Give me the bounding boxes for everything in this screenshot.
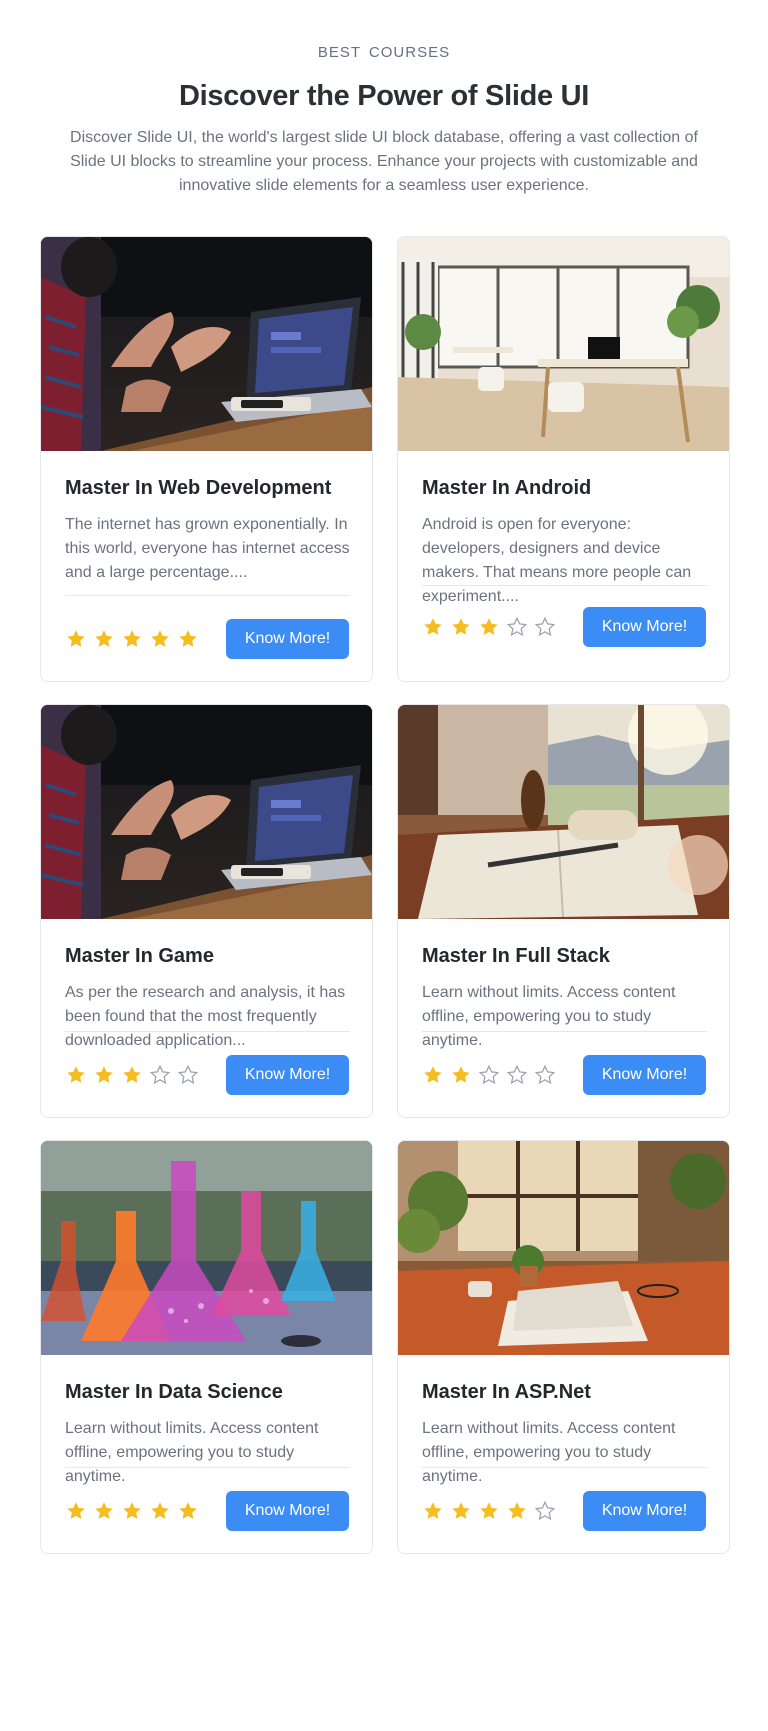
rating-stars <box>422 1064 556 1086</box>
course-card: Master In Data Science Learn without limi… <box>40 1140 373 1554</box>
star-filled-icon <box>422 1500 444 1522</box>
card-divider <box>422 1467 707 1468</box>
star-filled-icon <box>478 1500 500 1522</box>
know-more-button[interactable]: Know More! <box>226 1055 349 1095</box>
star-empty-icon <box>177 1064 199 1086</box>
course-title: Master In ASP.Net <box>422 1381 591 1403</box>
know-more-button[interactable]: Know More! <box>226 1491 349 1531</box>
star-filled-icon <box>422 1064 444 1086</box>
rating-stars <box>65 1500 199 1522</box>
star-empty-icon <box>534 1064 556 1086</box>
section-eyebrow: BEST COURSES <box>317 44 451 61</box>
course-image <box>398 705 729 919</box>
page-subtitle: Discover Slide UI, the world's largest s… <box>70 129 698 194</box>
course-title: Master In Full Stack <box>422 945 610 967</box>
course-description: Learn without limits. Access content off… <box>65 1420 319 1485</box>
course-title: Master In Web Development <box>65 477 332 499</box>
star-filled-icon <box>450 1500 472 1522</box>
card-divider <box>65 1467 350 1468</box>
know-more-button[interactable]: Know More! <box>583 1491 706 1531</box>
rating-stars <box>65 628 199 650</box>
star-filled-icon <box>93 1064 115 1086</box>
course-image <box>398 1141 729 1355</box>
rating-stars <box>422 1500 556 1522</box>
star-filled-icon <box>478 616 500 638</box>
rating-stars <box>65 1064 199 1086</box>
star-empty-icon <box>506 616 528 638</box>
star-filled-icon <box>149 628 171 650</box>
course-card: Master In Web Development The internet ha… <box>40 236 373 682</box>
star-filled-icon <box>93 1500 115 1522</box>
course-card: Master In Game As per the research and an… <box>40 704 373 1118</box>
card-divider <box>422 585 707 586</box>
course-description: Android is open for everyone: developers… <box>422 516 692 605</box>
course-title: Master In Data Science <box>65 1381 283 1403</box>
course-description: Learn without limits. Access content off… <box>422 984 676 1049</box>
course-title: Master In Android <box>422 477 592 499</box>
course-title: Master In Game <box>65 945 214 967</box>
star-filled-icon <box>177 1500 199 1522</box>
star-filled-icon <box>121 1064 143 1086</box>
course-image <box>41 705 372 919</box>
course-description: The internet has grown exponentially. In… <box>65 516 350 581</box>
star-filled-icon <box>177 628 199 650</box>
card-divider <box>422 1031 707 1032</box>
card-divider <box>65 1031 350 1032</box>
know-more-button[interactable]: Know More! <box>583 607 706 647</box>
course-image <box>41 237 372 451</box>
course-image <box>398 237 729 451</box>
star-filled-icon <box>149 1500 171 1522</box>
course-image <box>41 1141 372 1355</box>
course-card: Master In ASP.Net Learn without limits. A… <box>397 1140 730 1554</box>
course-description: Learn without limits. Access content off… <box>422 1420 676 1485</box>
course-card: Master In Android Android is open for eve… <box>397 236 730 682</box>
star-filled-icon <box>506 1500 528 1522</box>
card-divider <box>65 595 350 596</box>
star-empty-icon <box>478 1064 500 1086</box>
star-empty-icon <box>149 1064 171 1086</box>
star-filled-icon <box>422 616 444 638</box>
star-empty-icon <box>534 1500 556 1522</box>
star-filled-icon <box>450 1064 472 1086</box>
star-filled-icon <box>65 1500 87 1522</box>
rating-stars <box>422 616 556 638</box>
course-description: As per the research and analysis, it has… <box>65 984 346 1049</box>
star-filled-icon <box>121 628 143 650</box>
star-filled-icon <box>121 1500 143 1522</box>
star-empty-icon <box>506 1064 528 1086</box>
star-filled-icon <box>450 616 472 638</box>
star-filled-icon <box>65 628 87 650</box>
page-title: Discover the Power of Slide UI <box>179 80 589 112</box>
know-more-button[interactable]: Know More! <box>583 1055 706 1095</box>
course-card: Master In Full Stack Learn without limits… <box>397 704 730 1118</box>
star-empty-icon <box>534 616 556 638</box>
star-filled-icon <box>93 628 115 650</box>
star-filled-icon <box>65 1064 87 1086</box>
know-more-button[interactable]: Know More! <box>226 619 349 659</box>
